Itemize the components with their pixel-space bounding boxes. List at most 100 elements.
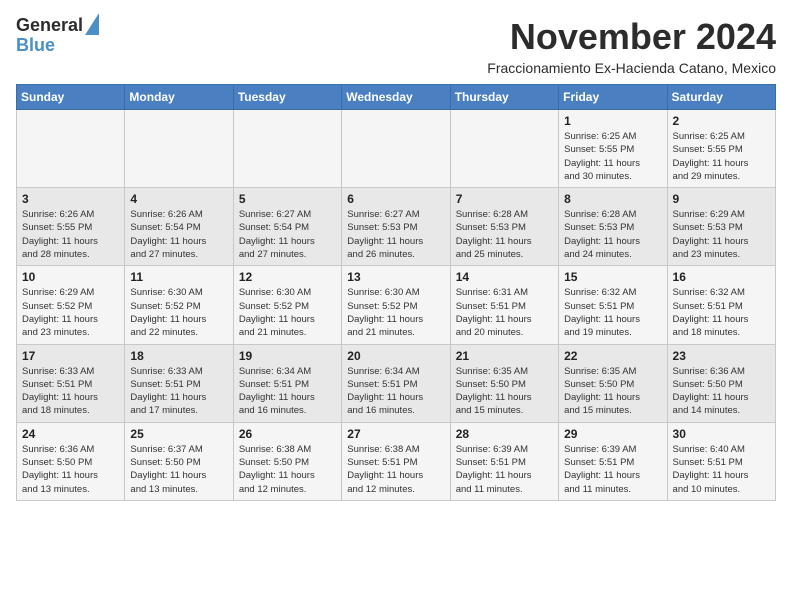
calendar-cell: 6 Sunrise: 6:27 AM Sunset: 5:53 PM Daylig… xyxy=(342,188,450,266)
day-number: 18 xyxy=(130,349,227,363)
calendar-cell: 4 Sunrise: 6:26 AM Sunset: 5:54 PM Daylig… xyxy=(125,188,233,266)
calendar-cell: 22Sunrise: 6:35 AM Sunset: 5:50 PM Dayli… xyxy=(559,344,667,422)
calendar-week-row: 24 Sunrise: 6:36 AM Sunset: 5:50 PM Dayli… xyxy=(17,422,776,500)
calendar-cell: 7 Sunrise: 6:28 AM Sunset: 5:53 PM Daylig… xyxy=(450,188,558,266)
day-info: Sunrise: 6:28 AM Sunset: 5:53 PM Dayligh… xyxy=(564,208,661,261)
day-number: 16 xyxy=(673,270,770,284)
day-number: 4 xyxy=(130,192,227,206)
location-title: Fraccionamiento Ex-Hacienda Catano, Mexi… xyxy=(487,60,776,76)
day-info: Sunrise: 6:29 AM Sunset: 5:53 PM Dayligh… xyxy=(673,208,770,261)
day-number: 26 xyxy=(239,427,336,441)
calendar-table: SundayMondayTuesdayWednesdayThursdayFrid… xyxy=(16,84,776,501)
day-info: Sunrise: 6:25 AM Sunset: 5:55 PM Dayligh… xyxy=(673,130,770,183)
calendar-cell: 27 Sunrise: 6:38 AM Sunset: 5:51 PM Dayli… xyxy=(342,422,450,500)
day-info: Sunrise: 6:26 AM Sunset: 5:54 PM Dayligh… xyxy=(130,208,227,261)
calendar-cell: 13 Sunrise: 6:30 AM Sunset: 5:52 PM Dayli… xyxy=(342,266,450,344)
day-number: 11 xyxy=(130,270,227,284)
day-info: Sunrise: 6:30 AM Sunset: 5:52 PM Dayligh… xyxy=(347,286,444,339)
calendar-cell xyxy=(17,110,125,188)
calendar-cell: 18 Sunrise: 6:33 AM Sunset: 5:51 PM Dayli… xyxy=(125,344,233,422)
day-number: 17 xyxy=(22,349,119,363)
logo-text-blue: Blue xyxy=(16,35,55,55)
day-number: 22 xyxy=(564,349,661,363)
day-number: 27 xyxy=(347,427,444,441)
day-info: Sunrise: 6:33 AM Sunset: 5:51 PM Dayligh… xyxy=(22,365,119,418)
day-info: Sunrise: 6:28 AM Sunset: 5:53 PM Dayligh… xyxy=(456,208,553,261)
day-info: Sunrise: 6:37 AM Sunset: 5:50 PM Dayligh… xyxy=(130,443,227,496)
logo-triangle-icon xyxy=(85,13,99,35)
calendar-cell: 23 Sunrise: 6:36 AM Sunset: 5:50 PM Dayli… xyxy=(667,344,775,422)
weekday-header: Sunday xyxy=(17,85,125,110)
calendar-cell: 5 Sunrise: 6:27 AM Sunset: 5:54 PM Daylig… xyxy=(233,188,341,266)
weekday-header: Wednesday xyxy=(342,85,450,110)
calendar-cell: 16Sunrise: 6:32 AM Sunset: 5:51 PM Dayli… xyxy=(667,266,775,344)
calendar-cell: 29Sunrise: 6:39 AM Sunset: 5:51 PM Dayli… xyxy=(559,422,667,500)
logo-text-general: General xyxy=(16,16,83,36)
day-info: Sunrise: 6:29 AM Sunset: 5:52 PM Dayligh… xyxy=(22,286,119,339)
calendar-cell: 9 Sunrise: 6:29 AM Sunset: 5:53 PM Daylig… xyxy=(667,188,775,266)
day-number: 15 xyxy=(564,270,661,284)
day-number: 14 xyxy=(456,270,553,284)
day-number: 2 xyxy=(673,114,770,128)
day-number: 13 xyxy=(347,270,444,284)
day-info: Sunrise: 6:32 AM Sunset: 5:51 PM Dayligh… xyxy=(564,286,661,339)
calendar-cell: 8 Sunrise: 6:28 AM Sunset: 5:53 PM Daylig… xyxy=(559,188,667,266)
calendar-cell: 17 Sunrise: 6:33 AM Sunset: 5:51 PM Dayli… xyxy=(17,344,125,422)
calendar-cell: 26 Sunrise: 6:38 AM Sunset: 5:50 PM Dayli… xyxy=(233,422,341,500)
day-number: 3 xyxy=(22,192,119,206)
day-info: Sunrise: 6:40 AM Sunset: 5:51 PM Dayligh… xyxy=(673,443,770,496)
day-number: 9 xyxy=(673,192,770,206)
day-info: Sunrise: 6:35 AM Sunset: 5:50 PM Dayligh… xyxy=(456,365,553,418)
weekday-header: Saturday xyxy=(667,85,775,110)
weekday-header: Friday xyxy=(559,85,667,110)
day-number: 21 xyxy=(456,349,553,363)
day-info: Sunrise: 6:26 AM Sunset: 5:55 PM Dayligh… xyxy=(22,208,119,261)
day-info: Sunrise: 6:30 AM Sunset: 5:52 PM Dayligh… xyxy=(239,286,336,339)
day-info: Sunrise: 6:34 AM Sunset: 5:51 PM Dayligh… xyxy=(347,365,444,418)
weekday-header: Monday xyxy=(125,85,233,110)
calendar-cell xyxy=(125,110,233,188)
calendar-cell: 2 Sunrise: 6:25 AM Sunset: 5:55 PM Daylig… xyxy=(667,110,775,188)
day-number: 10 xyxy=(22,270,119,284)
day-info: Sunrise: 6:31 AM Sunset: 5:51 PM Dayligh… xyxy=(456,286,553,339)
day-info: Sunrise: 6:27 AM Sunset: 5:54 PM Dayligh… xyxy=(239,208,336,261)
calendar-cell: 28 Sunrise: 6:39 AM Sunset: 5:51 PM Dayli… xyxy=(450,422,558,500)
calendar-cell: 3 Sunrise: 6:26 AM Sunset: 5:55 PM Daylig… xyxy=(17,188,125,266)
calendar-week-row: 1Sunrise: 6:25 AM Sunset: 5:55 PM Daylig… xyxy=(17,110,776,188)
calendar-cell: 25 Sunrise: 6:37 AM Sunset: 5:50 PM Dayli… xyxy=(125,422,233,500)
calendar-cell: 11Sunrise: 6:30 AM Sunset: 5:52 PM Dayli… xyxy=(125,266,233,344)
weekday-header: Tuesday xyxy=(233,85,341,110)
day-number: 24 xyxy=(22,427,119,441)
day-info: Sunrise: 6:36 AM Sunset: 5:50 PM Dayligh… xyxy=(22,443,119,496)
day-number: 28 xyxy=(456,427,553,441)
day-number: 23 xyxy=(673,349,770,363)
calendar-cell: 19Sunrise: 6:34 AM Sunset: 5:51 PM Dayli… xyxy=(233,344,341,422)
day-info: Sunrise: 6:36 AM Sunset: 5:50 PM Dayligh… xyxy=(673,365,770,418)
calendar-cell: 30 Sunrise: 6:40 AM Sunset: 5:51 PM Dayli… xyxy=(667,422,775,500)
day-number: 25 xyxy=(130,427,227,441)
calendar-cell xyxy=(450,110,558,188)
day-number: 5 xyxy=(239,192,336,206)
day-number: 8 xyxy=(564,192,661,206)
calendar-cell: 1Sunrise: 6:25 AM Sunset: 5:55 PM Daylig… xyxy=(559,110,667,188)
day-info: Sunrise: 6:38 AM Sunset: 5:50 PM Dayligh… xyxy=(239,443,336,496)
calendar-header-row: SundayMondayTuesdayWednesdayThursdayFrid… xyxy=(17,85,776,110)
day-info: Sunrise: 6:27 AM Sunset: 5:53 PM Dayligh… xyxy=(347,208,444,261)
calendar-week-row: 17 Sunrise: 6:33 AM Sunset: 5:51 PM Dayli… xyxy=(17,344,776,422)
day-info: Sunrise: 6:25 AM Sunset: 5:55 PM Dayligh… xyxy=(564,130,661,183)
day-number: 7 xyxy=(456,192,553,206)
calendar-cell xyxy=(233,110,341,188)
weekday-header: Thursday xyxy=(450,85,558,110)
day-info: Sunrise: 6:39 AM Sunset: 5:51 PM Dayligh… xyxy=(456,443,553,496)
day-number: 6 xyxy=(347,192,444,206)
day-info: Sunrise: 6:38 AM Sunset: 5:51 PM Dayligh… xyxy=(347,443,444,496)
calendar-cell: 10 Sunrise: 6:29 AM Sunset: 5:52 PM Dayli… xyxy=(17,266,125,344)
day-info: Sunrise: 6:33 AM Sunset: 5:51 PM Dayligh… xyxy=(130,365,227,418)
page-header: General Blue November 2024 Fraccionamien… xyxy=(16,16,776,76)
day-number: 20 xyxy=(347,349,444,363)
day-number: 19 xyxy=(239,349,336,363)
calendar-cell: 21 Sunrise: 6:35 AM Sunset: 5:50 PM Dayli… xyxy=(450,344,558,422)
title-block: November 2024 Fraccionamiento Ex-Haciend… xyxy=(487,16,776,76)
calendar-cell: 24 Sunrise: 6:36 AM Sunset: 5:50 PM Dayli… xyxy=(17,422,125,500)
day-number: 30 xyxy=(673,427,770,441)
